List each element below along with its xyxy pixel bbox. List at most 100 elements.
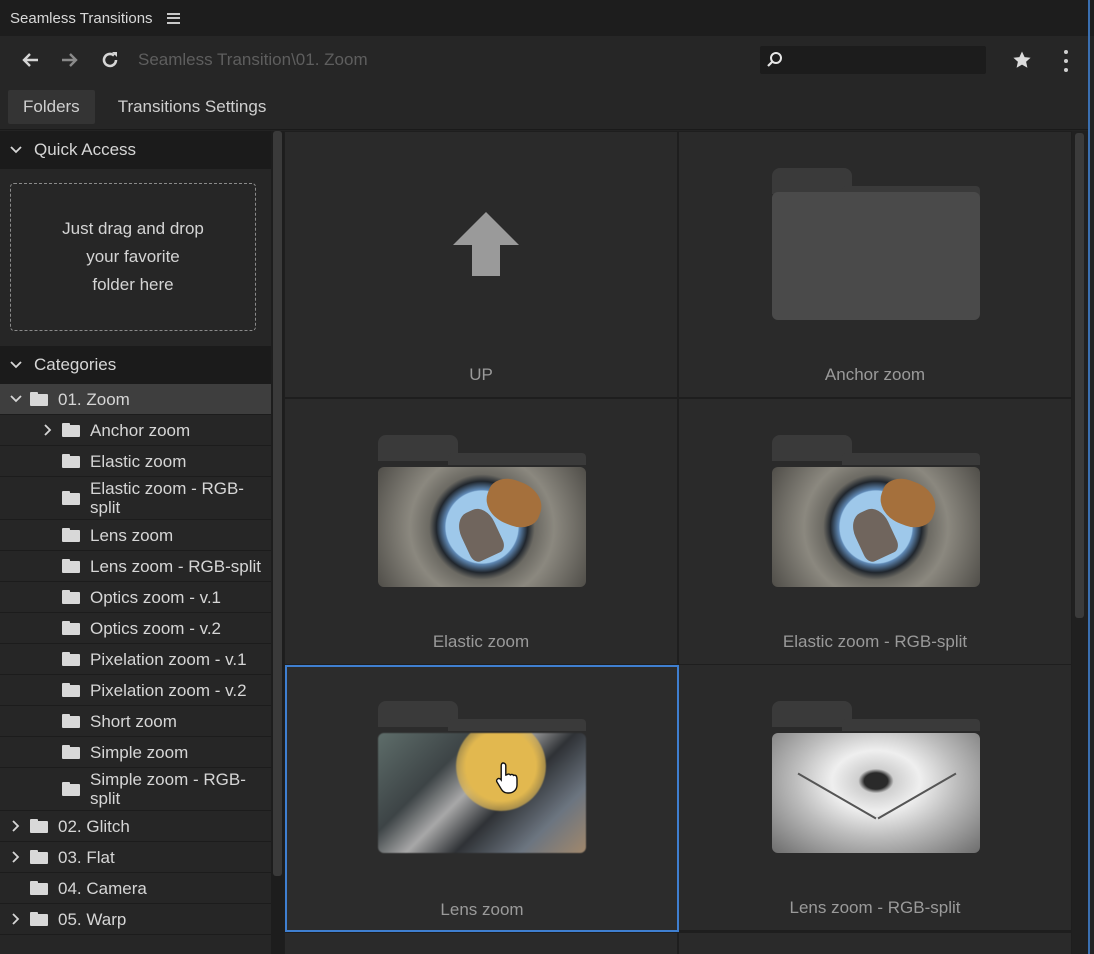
dropzone-line: your favorite (86, 247, 180, 266)
grid-cell-up[interactable]: UP (285, 132, 677, 397)
grid-scrollbar[interactable] (1072, 131, 1088, 954)
refresh-icon (102, 52, 118, 68)
nav-bar: Seamless Transition\01. Zoom (0, 36, 1088, 84)
back-button[interactable] (10, 40, 50, 80)
cell-label: Lens zoom - RGB-split (789, 898, 961, 917)
preview-thumbnail (378, 467, 586, 587)
tree-item-simple-zoom[interactable]: Simple zoom (0, 737, 271, 768)
quick-access-header[interactable]: Quick Access (0, 131, 271, 169)
chevron-right-icon (12, 820, 20, 832)
scrollbar-thumb[interactable] (1075, 133, 1084, 618)
back-arrow-icon (22, 53, 38, 67)
folder-icon (772, 168, 980, 320)
tree-item-label: 02. Glitch (58, 816, 130, 836)
cell-label: Lens zoom (440, 900, 524, 919)
folder-icon (378, 435, 586, 587)
grid-cell-lens-zoom[interactable]: Lens zoom (285, 665, 679, 932)
tree-item-elastic-zoom[interactable]: Elastic zoom (0, 446, 271, 477)
tree-item-optics-zoom-v2[interactable]: Optics zoom - v.2 (0, 613, 271, 644)
tree-item-label: Short zoom (90, 711, 177, 731)
grid-cell-elastic-zoom[interactable]: Elastic zoom (285, 399, 677, 664)
tree-item-anchor-zoom[interactable]: Anchor zoom (0, 415, 271, 446)
preview-thumbnail (772, 467, 980, 587)
tree-item-04-camera[interactable]: 04. Camera (0, 873, 271, 904)
folder-icon (30, 819, 48, 833)
forward-button[interactable] (50, 40, 90, 80)
tree-item-label: 05. Warp (58, 909, 127, 929)
more-vert-icon[interactable] (1060, 50, 1072, 72)
quick-access-dropzone[interactable]: Just drag and drop your favorite folder … (10, 183, 256, 331)
tab-bar: Folders Transitions Settings (0, 84, 1088, 130)
tree-item-label: Simple zoom - RGB-split (90, 770, 246, 808)
grid-cell-anchor-zoom[interactable]: Anchor zoom (679, 132, 1071, 397)
title-bar: Seamless Transitions (0, 0, 1094, 36)
tree-item-03-flat[interactable]: 03. Flat (0, 842, 271, 873)
cell-label: Elastic zoom - RGB-split (782, 632, 968, 651)
tree-item-label: Simple zoom (90, 742, 189, 762)
tree-item-label: Lens zoom - RGB-split (90, 556, 261, 576)
categories-header[interactable]: Categories (0, 346, 271, 384)
tree-item-optics-zoom-v1[interactable]: Optics zoom - v.1 (0, 582, 271, 613)
tree-item-05-warp[interactable]: 05. Warp (0, 904, 271, 935)
tab-transitions-settings[interactable]: Transitions Settings (103, 90, 282, 124)
chevron-down-icon (10, 146, 22, 154)
tree-item-label: 04. Camera (58, 878, 147, 898)
dropzone-line: Just drag and drop (62, 219, 204, 238)
grid-cell-lens-zoom-rgb-split[interactable]: Lens zoom - RGB-split (679, 665, 1071, 930)
tree-item-label: Pixelation zoom - v.2 (90, 680, 247, 700)
menu-icon[interactable] (166, 12, 180, 24)
search-box[interactable] (760, 46, 986, 74)
tab-folders[interactable]: Folders (8, 89, 95, 124)
tree-item-lens-zoom-rgb-split[interactable]: Lens zoom - RGB-split (0, 551, 271, 582)
folder-icon (62, 683, 80, 697)
tree-item-simple-zoom-rgb-split[interactable]: Simple zoom - RGB-split (0, 768, 271, 811)
cell-label: Elastic zoom (432, 632, 530, 651)
tree-item-label: Lens zoom (90, 525, 174, 545)
tree-item-lens-zoom[interactable]: Lens zoom (0, 520, 271, 551)
grid-cell-partial[interactable] (679, 933, 1071, 954)
chevron-right-icon (12, 913, 20, 925)
folder-icon (62, 454, 80, 468)
tree-item-label: Anchor zoom (90, 420, 191, 440)
tree-item-label: Elastic zoom (90, 451, 187, 471)
grid-cell-elastic-zoom-rgb-split[interactable]: Elastic zoom - RGB-split (679, 399, 1071, 664)
tree-item-pixelation-zoom-v2[interactable]: Pixelation zoom - v.2 (0, 675, 271, 706)
folder-icon (62, 528, 80, 542)
cell-label: UP (469, 365, 493, 384)
chevron-right-icon (44, 424, 52, 436)
sidebar: Quick Access Just drag and drop your fav… (0, 131, 271, 954)
folder-icon (62, 621, 80, 635)
tree-item-01-zoom[interactable]: 01. Zoom (0, 384, 271, 415)
folder-icon (30, 392, 48, 406)
cell-label: Anchor zoom (824, 365, 926, 384)
tree-item-label: Pixelation zoom - v.1 (90, 649, 247, 669)
chevron-down-icon (10, 361, 22, 369)
tree-item-pixelation-zoom-v1[interactable]: Pixelation zoom - v.1 (0, 644, 271, 675)
preview-thumbnail (378, 733, 586, 853)
folder-icon (62, 782, 80, 796)
search-icon (767, 52, 782, 67)
panel-edge (1088, 0, 1090, 954)
categories-title: Categories (34, 355, 117, 374)
transition-grid: UP Anchor zoom Elastic zoom Elastic zoom… (284, 131, 1072, 954)
scrollbar-thumb[interactable] (273, 131, 282, 876)
tree-item-label: Elastic zoom - RGB-split (90, 479, 244, 517)
tree-item-short-zoom[interactable]: Short zoom (0, 706, 271, 737)
refresh-button[interactable] (90, 40, 130, 80)
folder-icon (772, 435, 980, 587)
favorites-button[interactable] (1012, 50, 1032, 75)
category-tree: 01. Zoom Anchor zoom Elastic zoom Elasti… (0, 384, 271, 935)
chevron-right-icon (12, 851, 20, 863)
folder-icon (62, 652, 80, 666)
preview-thumbnail (772, 733, 980, 853)
up-arrow-icon (453, 212, 519, 276)
tree-item-elastic-zoom-rgb-split[interactable]: Elastic zoom - RGB-split (0, 477, 271, 520)
tree-item-02-glitch[interactable]: 02. Glitch (0, 811, 271, 842)
search-input[interactable] (792, 52, 972, 68)
grid-cell-partial[interactable] (285, 933, 677, 954)
folder-icon (62, 423, 80, 437)
star-icon (1013, 51, 1031, 68)
folder-icon (62, 491, 80, 505)
folder-icon (772, 701, 980, 853)
sidebar-scrollbar[interactable] (271, 131, 284, 954)
